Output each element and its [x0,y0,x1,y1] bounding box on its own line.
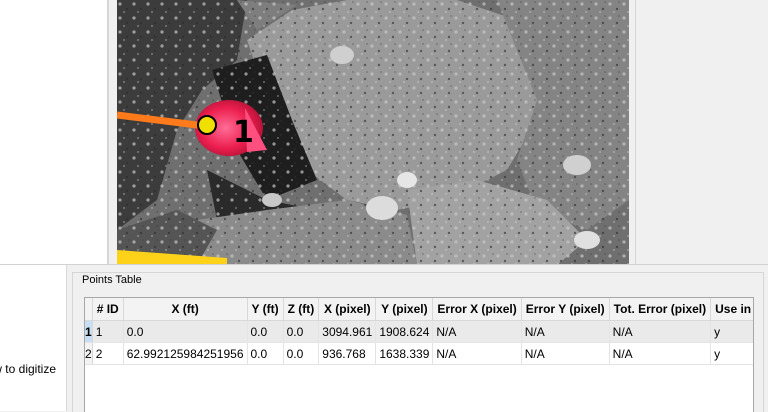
cell-tot-error[interactable]: N/A [609,320,712,343]
cell-z-ft[interactable]: 0.0 [283,342,320,365]
cell-y-pixel[interactable]: 1638.339 [375,342,434,365]
row-header[interactable]: 1 [85,320,93,343]
control-point-label: 1 [233,115,254,150]
cell-id[interactable]: 2 [92,342,124,365]
row-header[interactable]: 2 [85,342,93,365]
column-header-error-y[interactable]: Error Y (pixel) [521,298,610,321]
image-viewer [108,0,635,265]
column-header-x-pixel[interactable]: X (pixel) [318,298,377,321]
left-panel [0,0,108,264]
cell-y-pixel[interactable]: 1908.624 [375,320,434,343]
control-point-marker[interactable] [197,115,217,135]
right-panel [635,0,768,264]
column-header-id[interactable]: # ID [92,298,124,321]
column-header-y-ft[interactable]: Y (ft) [247,298,284,321]
splitter[interactable] [0,264,768,265]
column-header-y-pixel[interactable]: Y (pixel) [375,298,434,321]
left-bottom-panel: w to digitize [0,265,67,411]
column-header-error-x[interactable]: Error X (pixel) [432,298,522,321]
corner-header[interactable] [85,298,93,321]
cell-y-ft[interactable]: 0.0 [247,320,284,343]
column-header-use-in-r[interactable]: Use in R [710,298,753,321]
column-header-z-ft[interactable]: Z (ft) [283,298,320,321]
cell-use-in-r[interactable]: y [710,320,753,343]
cell-error-y[interactable]: N/A [521,320,610,343]
digitize-hint-text: w to digitize [0,362,56,376]
cell-id[interactable]: 1 [92,320,124,343]
cell-error-x[interactable]: N/A [432,342,522,365]
table-row[interactable]: 2 2 62.992125984251956 0.0 0.0 936.768 1… [85,342,753,365]
column-header-tot-error[interactable]: Tot. Error (pixel) [609,298,712,321]
cell-y-ft[interactable]: 0.0 [247,342,284,365]
photo-graphic [117,0,629,265]
table-row[interactable]: 1 1 0.0 0.0 0.0 3094.961 1908.624 N/A N/… [85,320,753,343]
cell-tot-error[interactable]: N/A [609,342,712,365]
points-table-title: Points Table [80,274,144,286]
cell-x-pixel[interactable]: 3094.961 [318,320,377,343]
cell-error-x[interactable]: N/A [432,320,522,343]
cell-x-ft[interactable]: 0.0 [123,320,248,343]
cell-x-pixel[interactable]: 936.768 [318,342,377,365]
column-header-x-ft[interactable]: X (ft) [123,298,248,321]
cell-use-in-r[interactable]: y [710,342,753,365]
photo-canvas[interactable] [117,0,629,265]
cell-error-y[interactable]: N/A [521,342,610,365]
points-table[interactable]: # ID X (ft) Y (ft) Z (ft) X (pixel) Y (p… [84,297,754,412]
table-header-row: # ID X (ft) Y (ft) Z (ft) X (pixel) Y (p… [85,298,753,321]
cell-z-ft[interactable]: 0.0 [283,320,320,343]
cell-x-ft[interactable]: 62.992125984251956 [123,342,248,365]
